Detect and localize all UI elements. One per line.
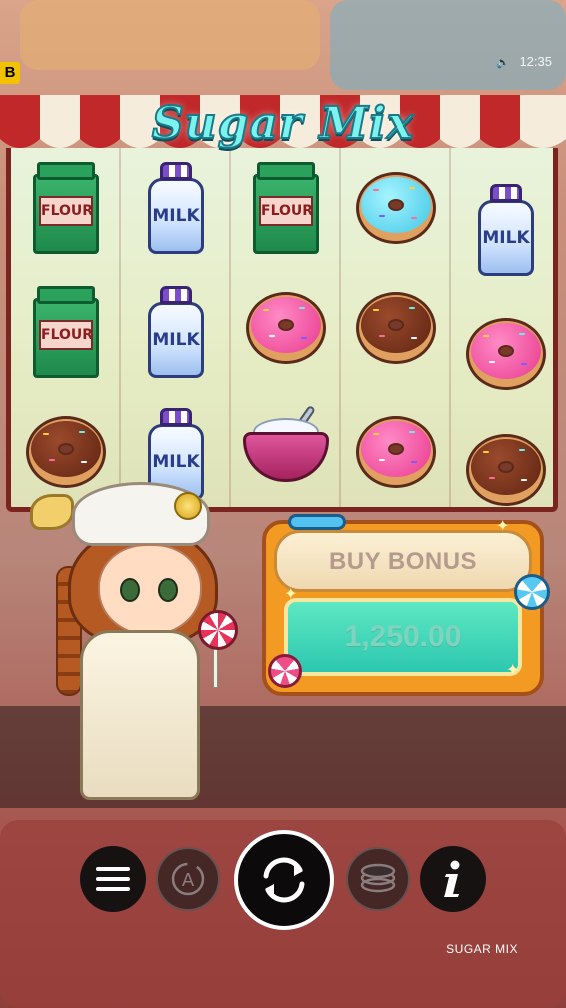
buy-bonus-label[interactable]: BUY BONUS [274, 530, 532, 592]
svg-text:A: A [182, 870, 195, 891]
menu-button[interactable] [80, 846, 146, 912]
symbol-flour: FLOUR [231, 148, 341, 268]
symbol-flour: FLOUR [11, 148, 121, 268]
symbol-donut-pink [451, 294, 553, 414]
symbol-donut-chocolate [341, 268, 451, 388]
reel-column-1: FLOUR FLOUR [11, 148, 121, 507]
candy-decoration [514, 574, 550, 610]
buy-bonus-price[interactable]: 1,250.00 [284, 598, 522, 676]
symbol-donut-pink [341, 392, 451, 507]
flour-label: FLOUR [39, 196, 93, 226]
symbol-flour: FLOUR [11, 272, 121, 392]
autoplay-icon: A [171, 862, 205, 896]
clock: 12:35 [519, 54, 552, 69]
reel-column-2: MILK MILK MILK [121, 148, 231, 507]
game-name-footer: SUGAR MIX [446, 942, 518, 956]
menu-icon [96, 867, 130, 891]
symbol-sugar-bowl [231, 384, 341, 504]
speaker-icon[interactable]: 🔈 [496, 56, 510, 69]
info-icon [444, 860, 460, 897]
symbol-donut-chocolate [451, 410, 553, 507]
candy-decoration [268, 654, 302, 688]
game-title: Sugar Mix [151, 97, 415, 150]
symbol-donut-pink [231, 268, 341, 388]
symbol-donut-blue [341, 148, 451, 268]
milk-label: MILK [152, 206, 200, 226]
milk-label: MILK [482, 228, 530, 248]
reel-column-5: MILK [451, 148, 553, 507]
sparkle-decoration: ✦ [506, 662, 520, 679]
spin-icon [263, 857, 305, 903]
symbol-milk: MILK [121, 148, 231, 268]
reel-grid: FLOUR FLOUR MILK MILK MILK FLOUR MILK [6, 148, 558, 512]
flour-label: FLOUR [259, 196, 313, 226]
autoplay-button[interactable]: A [156, 847, 220, 911]
spin-button[interactable] [234, 830, 334, 930]
brand-badge: B [0, 62, 20, 84]
bet-button[interactable] [346, 847, 410, 911]
milk-label: MILK [152, 330, 200, 350]
status-bar: B 🔈 12:35 [0, 0, 566, 84]
coin-stack-icon [360, 863, 396, 893]
sparkle-decoration: ✦ [284, 586, 298, 603]
milk-label: MILK [152, 452, 200, 472]
symbol-milk: MILK [121, 272, 231, 392]
buy-bonus-panel[interactable]: BUY BONUS 1,250.00 ✦ ✦ ✦ [262, 514, 550, 696]
chef-character [20, 470, 240, 810]
rolling-pin-decoration [288, 514, 346, 530]
reel-column-3: FLOUR [231, 148, 341, 507]
symbol-milk: MILK [451, 170, 553, 290]
flour-label: FLOUR [39, 320, 93, 350]
sparkle-decoration: ✦ [496, 518, 510, 535]
reel-column-4 [341, 148, 451, 507]
info-button[interactable] [420, 846, 486, 912]
